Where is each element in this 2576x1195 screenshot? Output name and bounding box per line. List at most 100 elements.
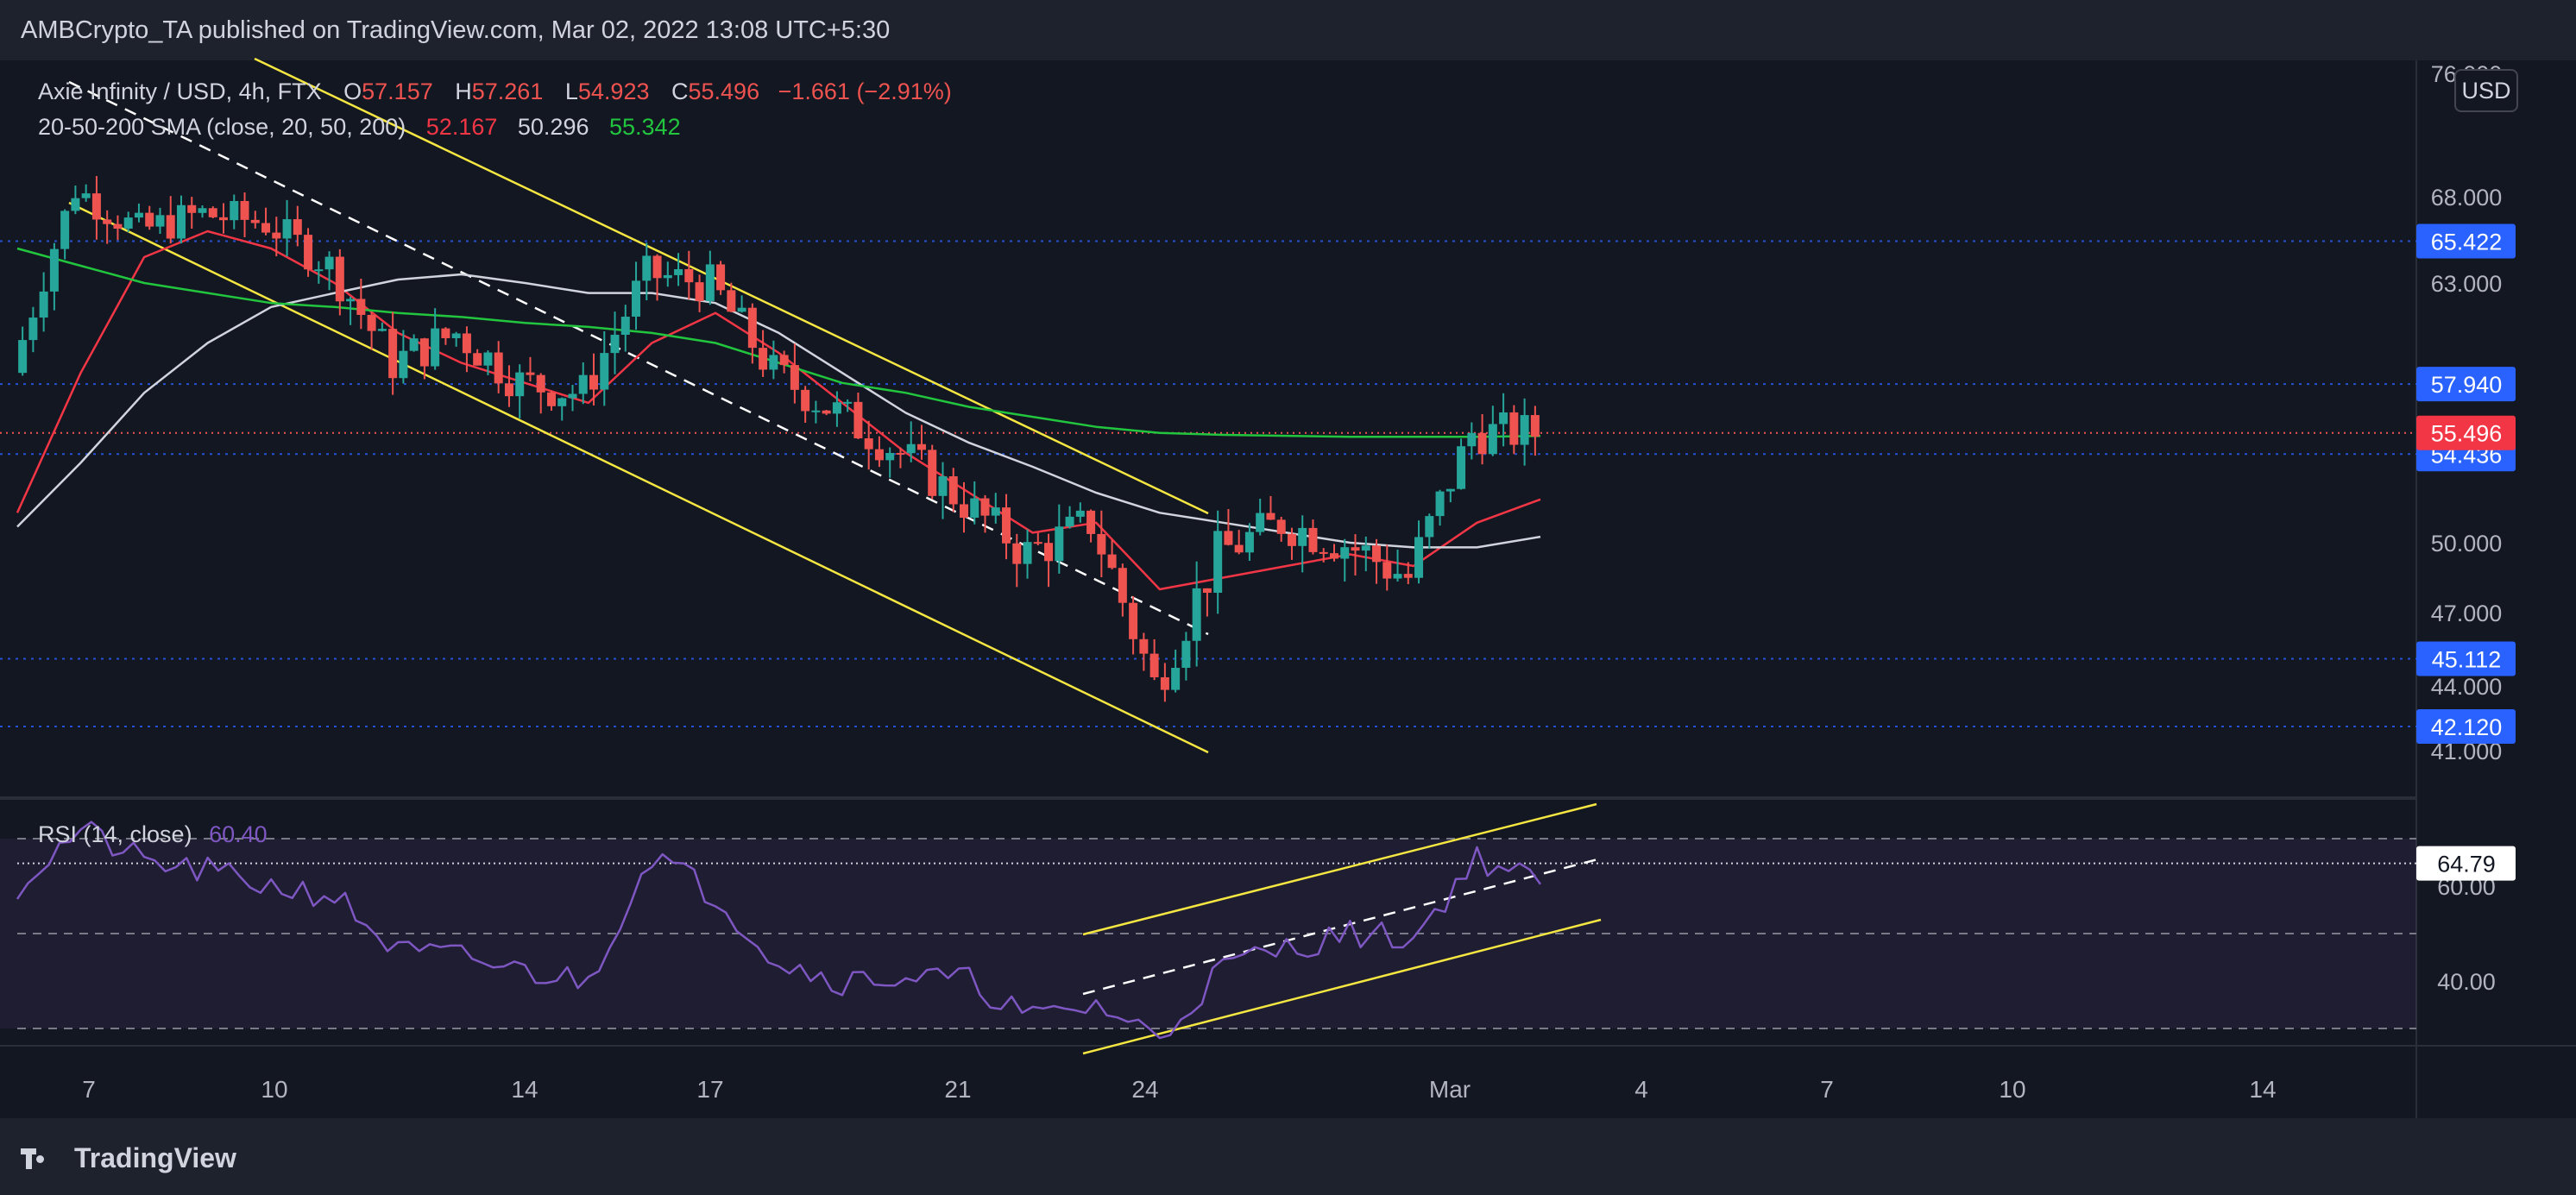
candle-body <box>1477 432 1487 455</box>
candle-body <box>346 299 356 302</box>
candle-body <box>1319 551 1328 554</box>
candle-body <box>1530 415 1540 437</box>
rsi-last-badge: 64.79 <box>2437 852 2496 877</box>
sma-line-200 <box>16 247 1541 438</box>
time-tick-label: 7 <box>82 1076 96 1103</box>
candle-body <box>1118 568 1127 603</box>
candle-body <box>49 248 59 292</box>
time-tick-label: 14 <box>2249 1076 2276 1103</box>
candle-body <box>1372 545 1382 563</box>
time-tick-label: Mar <box>1429 1076 1471 1103</box>
candle-body <box>324 256 334 270</box>
candle-body <box>727 290 736 312</box>
candle-body <box>399 350 408 379</box>
candle-body <box>176 204 186 239</box>
candle-body <box>546 392 556 406</box>
candle-body <box>1298 527 1307 546</box>
candle-body <box>632 280 641 318</box>
candle-body <box>60 211 70 249</box>
candle-body <box>610 335 620 354</box>
legend-ohlc: Axie Infinity / USD, 4h, FTX O57.157 H57… <box>38 79 952 104</box>
legend-sma200-value: 55.342 <box>609 114 681 140</box>
candle-body <box>1002 507 1011 544</box>
chart-area[interactable]: 76.00068.00063.00050.00047.00044.00041.0… <box>0 0 2576 1118</box>
candle-body <box>779 355 789 366</box>
price-channel[interactable] <box>68 57 1209 754</box>
candle-body <box>1097 533 1106 555</box>
candle-body <box>1499 412 1508 425</box>
candle-body <box>28 318 38 341</box>
candle-body <box>71 198 80 211</box>
level-badge-0: 65.422 <box>2431 230 2503 255</box>
candle-body <box>261 223 271 233</box>
candle-body <box>642 255 652 281</box>
level-badge-3: 45.112 <box>2432 646 2502 672</box>
candle-body <box>1329 553 1338 559</box>
candle-body <box>853 401 863 439</box>
legend-sma-label: 20-50-200 SMA (close, 20, 50, 200) <box>38 114 406 140</box>
legend-o-label: O <box>343 79 362 104</box>
legend-rsi-value: 60.40 <box>209 821 268 847</box>
candle-body <box>568 393 577 399</box>
candle-body <box>970 498 979 519</box>
sma-line-50 <box>16 273 1541 549</box>
legend-l-label: L <box>565 79 578 104</box>
candle-body <box>91 193 101 220</box>
candle-body <box>1171 667 1181 690</box>
candle-body <box>864 438 873 450</box>
currency-button[interactable]: USD <box>2454 69 2518 112</box>
candle-body <box>1351 547 1360 551</box>
candle-body <box>1012 543 1022 564</box>
candle-body <box>304 235 313 270</box>
price-axis[interactable]: 76.00068.00063.00050.00047.00044.00041.0… <box>2416 61 2516 995</box>
candle-body <box>431 328 440 367</box>
candle-body <box>483 352 493 366</box>
candle-body <box>356 299 366 315</box>
candle-body <box>663 274 672 279</box>
candle-body <box>1086 510 1096 534</box>
price-tick-label: 68.000 <box>2431 185 2503 211</box>
tradingview-brand[interactable]: TradingView <box>21 1137 236 1179</box>
candle-body <box>747 307 757 349</box>
candle-body <box>1414 537 1424 578</box>
candle-body <box>832 402 841 414</box>
candle-body <box>557 398 567 406</box>
legend-h-value: 57.261 <box>472 79 544 104</box>
candle-body <box>419 338 429 367</box>
candle-body <box>367 314 376 331</box>
legend-h-label: H <box>455 79 472 104</box>
candle-body <box>250 219 260 223</box>
candle-body <box>769 355 778 370</box>
candle-body <box>187 204 197 213</box>
candle-body <box>1065 516 1074 527</box>
price-tick-label: 44.000 <box>2431 674 2503 700</box>
candle-body <box>1224 531 1233 545</box>
time-axis[interactable]: 7 10 14 17 21 24 Mar 4 7 10 14 <box>82 1076 2276 1103</box>
time-tick-label: 4 <box>1634 1076 1648 1103</box>
candle-body <box>1445 488 1455 492</box>
candle-body <box>198 208 207 213</box>
candle-body <box>536 374 545 393</box>
candle-body <box>1139 638 1149 654</box>
candle-body <box>1129 602 1138 639</box>
candle-body <box>1435 491 1445 517</box>
candle-body <box>1234 544 1244 553</box>
brand-name: TradingView <box>74 1142 236 1173</box>
candle-body <box>1055 526 1064 562</box>
legend-rsi-label: RSI (14, close) <box>38 821 192 847</box>
time-tick-label: 24 <box>1131 1076 1158 1103</box>
candle-body <box>1403 574 1413 578</box>
legend-sma50-value: 50.296 <box>518 114 589 140</box>
legend-o-value: 57.157 <box>362 79 433 104</box>
candle-body <box>1107 554 1117 569</box>
candle-body <box>504 383 513 397</box>
legend-symbol: Axie Infinity / USD, 4h, FTX <box>38 79 322 104</box>
candle-body <box>1023 542 1032 564</box>
candle-body <box>843 401 853 404</box>
candle-body <box>589 374 599 390</box>
tradingview-logo-icon <box>21 1145 64 1171</box>
time-tick-label: 17 <box>696 1076 723 1103</box>
candle-body <box>705 264 715 301</box>
candle-body <box>716 264 726 291</box>
candle-body <box>1044 543 1054 562</box>
